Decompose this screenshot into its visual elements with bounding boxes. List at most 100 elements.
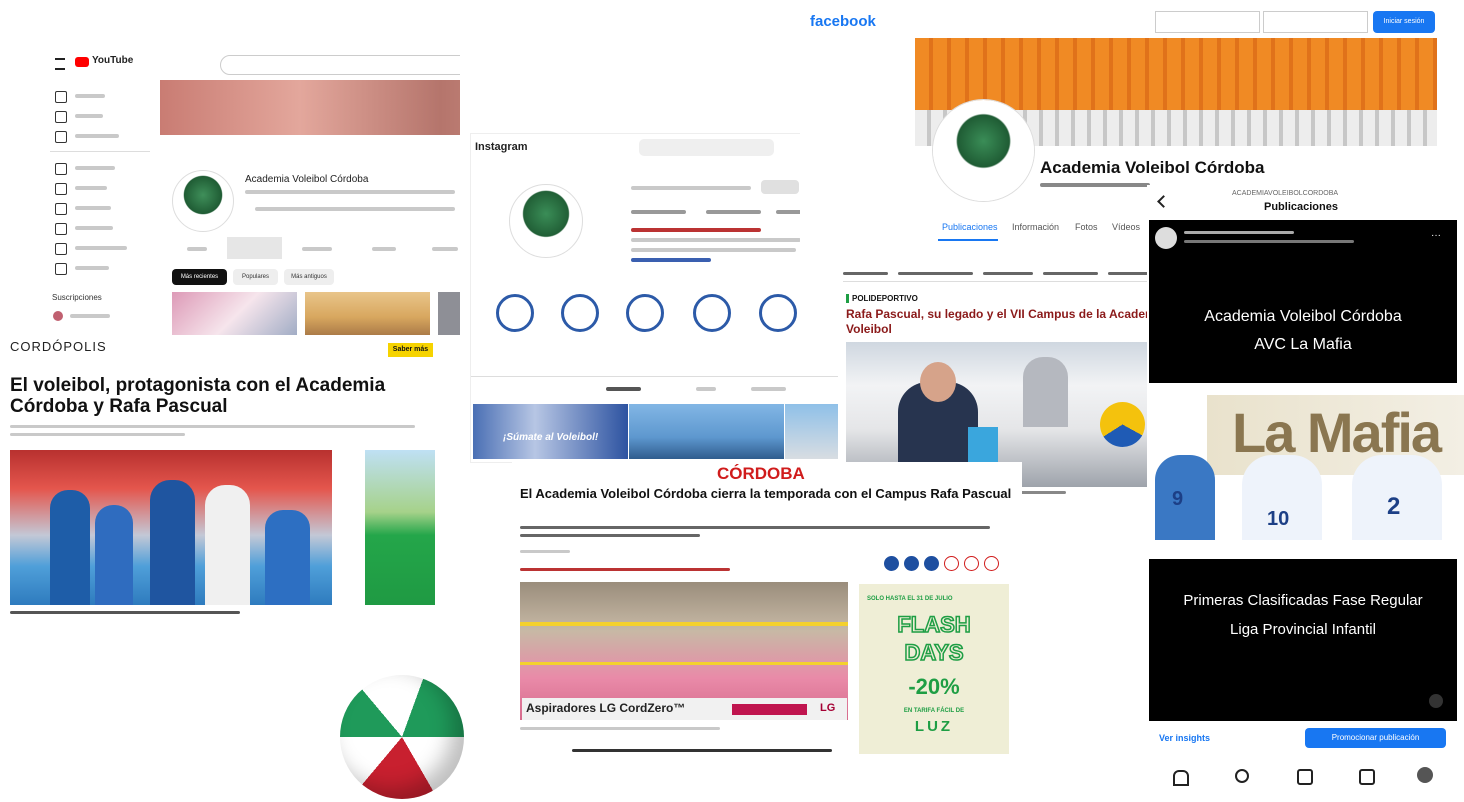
promo-text: ¡Súmate al Voleibol!: [503, 432, 599, 443]
masthead: CÓRDOBA: [717, 464, 805, 483]
login-button[interactable]: Iniciar sesión: [1373, 11, 1435, 33]
article-headline[interactable]: Rafa Pascual, su legado y el VII Campus …: [846, 307, 1176, 337]
create-icon[interactable]: [1297, 769, 1313, 785]
tab-shorts[interactable]: [302, 247, 332, 251]
tab-videos[interactable]: Vídeos: [1112, 222, 1140, 232]
history-icon[interactable]: [55, 183, 67, 195]
reels-icon[interactable]: [1359, 769, 1375, 785]
panel-title: Publicaciones: [1264, 201, 1338, 213]
article-headline[interactable]: El voleibol, protagonista con el Academi…: [10, 375, 430, 417]
instagram-search-input[interactable]: [639, 139, 774, 156]
promo-word: LUZ: [914, 718, 954, 735]
tab-videos[interactable]: [227, 237, 282, 259]
post-text-2: AVC La Mafia: [1254, 336, 1352, 353]
profile-tab-avatar[interactable]: [1417, 767, 1433, 783]
instagram-posts-panel: ACADEMIAVOLEIBOLCORDOBA Publicaciones ··…: [1147, 185, 1464, 802]
post-text-1: Academia Voleibol Córdoba: [1204, 308, 1402, 325]
article-category: POLIDEPORTIVO: [852, 294, 918, 303]
story-highlight[interactable]: [759, 294, 797, 332]
linkedin-share-icon[interactable]: [924, 556, 939, 571]
sidebar: Suscripciones: [45, 85, 155, 345]
channel-banner: [160, 80, 460, 135]
email-share-icon[interactable]: [964, 556, 979, 571]
cordopolis-article: CORDÓPOLIS Saber más El voleibol, protag…: [0, 335, 460, 630]
clips-icon[interactable]: [55, 263, 67, 275]
watch-later-icon[interactable]: [55, 223, 67, 235]
promo-title-1: FLASH: [897, 611, 972, 638]
tab-tagged[interactable]: [751, 387, 786, 391]
email-field[interactable]: [1155, 11, 1260, 33]
home-icon[interactable]: [55, 91, 67, 103]
saber-mas-badge[interactable]: Saber más: [388, 343, 433, 357]
promo-discount: -20%: [908, 674, 960, 699]
side-ad[interactable]: [365, 450, 435, 605]
instagram-profile: Instagram ¡Súmate al Voleibol!: [470, 133, 845, 463]
tab-live[interactable]: [372, 247, 396, 251]
whatsapp-share-icon[interactable]: [944, 556, 959, 571]
post2-text-1: Primeras Clasificadas Fase Regular: [1183, 592, 1423, 609]
chip-popular[interactable]: Populares: [233, 269, 278, 285]
tab-publicaciones[interactable]: Publicaciones: [942, 222, 998, 232]
story-highlight[interactable]: [496, 294, 534, 332]
team-photo[interactable]: La Mafia 9 10 2: [1147, 395, 1464, 540]
chip-recent[interactable]: Más recientes: [172, 269, 227, 285]
story-highlight[interactable]: [626, 294, 664, 332]
comment-icon[interactable]: [984, 556, 999, 571]
facebook-share-icon[interactable]: [884, 556, 899, 571]
article-headline[interactable]: El Academia Voleibol Córdoba cierra la t…: [520, 486, 1015, 502]
page-avatar: [933, 100, 1034, 201]
volleyball-image: [340, 675, 464, 799]
tab-posts[interactable]: [606, 387, 641, 391]
cordoba-news-article: CÓRDOBA El Academia Voleibol Córdoba cie…: [512, 462, 1022, 762]
profile-handle: ACADEMIAVOLEIBOLCORDOBA: [1232, 190, 1339, 197]
tab-informacion[interactable]: Información: [1012, 222, 1059, 232]
ad-banner-text: Aspiradores LG CordZero™: [526, 701, 686, 715]
more-options-icon[interactable]: ···: [1431, 230, 1441, 241]
channel-name: Academia Voleibol Córdoba: [245, 174, 369, 185]
subscriptions-heading: Suscripciones: [52, 293, 102, 302]
promote-button[interactable]: Promocionar publicación: [1305, 728, 1446, 748]
promo-sub: EN TARIFA FÁCIL DE: [903, 708, 965, 714]
menu-icon[interactable]: [55, 58, 65, 70]
insights-link[interactable]: Ver insights: [1159, 733, 1210, 743]
tab-reels[interactable]: [696, 387, 716, 391]
youtube-logo[interactable]: [75, 57, 89, 67]
promo-top: SOLO HASTA EL 31 DE JULIO: [867, 596, 953, 602]
ad-banner[interactable]: Aspiradores LG CordZero™ LG: [522, 698, 847, 720]
search-input[interactable]: [220, 55, 460, 75]
post-card[interactable]: ··· Academia Voleibol Córdoba AVC La Maf…: [1149, 220, 1457, 383]
cordopolis-brand: CORDÓPOLIS: [10, 339, 107, 354]
jersey-number: 10: [1267, 508, 1290, 530]
jersey-number: 9: [1172, 488, 1184, 510]
jersey-number: 2: [1387, 493, 1401, 520]
section-nav[interactable]: [843, 267, 1178, 282]
tab-fotos[interactable]: Fotos: [1075, 222, 1098, 232]
facebook-brand: facebook: [810, 13, 876, 30]
tab-bar: [172, 237, 460, 261]
chip-oldest[interactable]: Más antiguos: [284, 269, 334, 285]
page-name: Academia Voleibol Córdoba: [1040, 158, 1265, 177]
story-highlight[interactable]: [561, 294, 599, 332]
subscriptions-icon[interactable]: [55, 131, 67, 143]
your-videos-icon[interactable]: [55, 203, 67, 215]
search-icon[interactable]: [1235, 769, 1249, 783]
post-thumbnail[interactable]: [629, 404, 784, 459]
tab-home[interactable]: [187, 247, 207, 251]
password-field[interactable]: [1263, 11, 1368, 33]
twitter-share-icon[interactable]: [904, 556, 919, 571]
back-icon[interactable]: [1157, 195, 1170, 208]
youtube-screenshot: YouTube Suscripciones Academia Voleibol …: [45, 45, 460, 345]
mute-icon[interactable]: [1429, 694, 1443, 708]
library-icon[interactable]: [55, 163, 67, 175]
post-thumbnail[interactable]: [785, 404, 844, 459]
post-card[interactable]: Primeras Clasificadas Fase Regular Liga …: [1149, 559, 1457, 721]
tab-playlists[interactable]: [432, 247, 458, 251]
story-highlight[interactable]: [693, 294, 731, 332]
shorts-icon[interactable]: [55, 111, 67, 123]
subscription-avatar[interactable]: [53, 311, 63, 321]
home-icon[interactable]: [1173, 770, 1189, 786]
promo-title-2: DAYS: [904, 639, 965, 666]
promo-ad[interactable]: SOLO HASTA EL 31 DE JULIO FLASH DAYS -20…: [859, 584, 1009, 754]
liked-icon[interactable]: [55, 243, 67, 255]
follow-button[interactable]: [761, 180, 799, 194]
